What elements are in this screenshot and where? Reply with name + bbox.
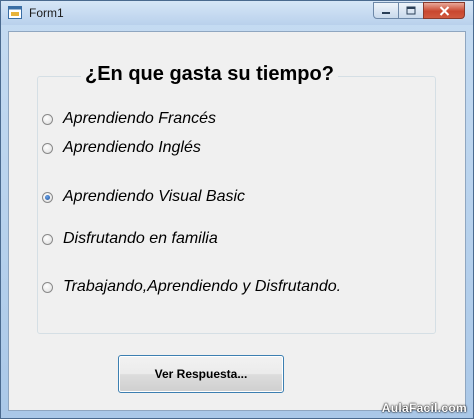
close-icon: [439, 5, 449, 16]
radio-label: Disfrutando en familia: [63, 230, 218, 247]
radio-button-icon[interactable]: [42, 113, 53, 125]
title-bar[interactable]: Form1: [1, 1, 473, 25]
form-client-area: ¿En que gasta su tiempo? Aprendiendo Fra…: [8, 31, 466, 411]
radio-label: Trabajando,Aprendiendo y Disfrutando.: [63, 278, 342, 295]
radio-option-ingles[interactable]: Aprendiendo Inglés: [42, 139, 201, 157]
radio-button-icon[interactable]: [42, 281, 53, 293]
radio-option-frances[interactable]: Aprendiendo Francés: [42, 110, 216, 128]
radio-label: Aprendiendo Visual Basic: [63, 188, 246, 205]
radio-button-checked-icon[interactable]: [42, 191, 53, 203]
maximize-icon: [406, 6, 416, 15]
radio-option-trabajando[interactable]: Trabajando,Aprendiendo y Disfrutando.: [42, 278, 341, 296]
form-window: Form1 ¿En que gasta su tiempo? Aprendien…: [0, 0, 474, 419]
window-title: Form1: [29, 6, 64, 20]
radio-option-visual-basic[interactable]: Aprendiendo Visual Basic: [42, 188, 245, 206]
maximize-button[interactable]: [398, 2, 424, 19]
radio-label: Aprendiendo Francés: [63, 110, 216, 127]
minimize-icon: [382, 11, 390, 14]
radio-button-icon[interactable]: [42, 233, 53, 245]
minimize-button[interactable]: [373, 2, 399, 19]
caption-buttons: [373, 2, 465, 20]
close-button[interactable]: [423, 2, 465, 19]
ver-respuesta-button[interactable]: Ver Respuesta...: [118, 355, 284, 393]
form-window-icon[interactable]: [8, 6, 22, 19]
radio-label: Aprendiendo Inglés: [63, 139, 201, 156]
groupbox-title: ¿En que gasta su tiempo?: [81, 63, 338, 86]
radio-option-familia[interactable]: Disfrutando en familia: [42, 230, 218, 248]
radio-button-icon[interactable]: [42, 142, 53, 154]
watermark: AulaFacil.com: [381, 401, 467, 415]
